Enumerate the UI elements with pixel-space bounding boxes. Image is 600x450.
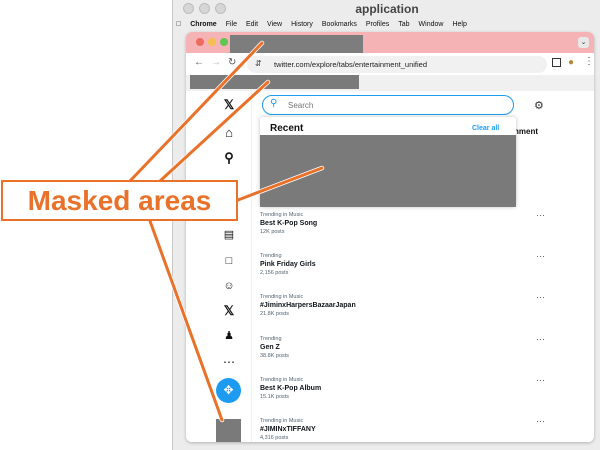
trend-more-icon[interactable]: ⋯ [536,334,545,345]
window-title: application [355,2,419,16]
premium-x-icon[interactable]: 𝕏 [221,303,237,319]
clear-all-button[interactable]: Clear all [472,125,499,132]
lists-icon[interactable]: ▤ [221,227,237,243]
chrome-close-light[interactable] [196,38,204,46]
chrome-menu-icon[interactable]: ⋮ [584,56,594,67]
trend-more-icon[interactable]: ⋯ [536,251,545,262]
trend-name: Pink Friday Girls [260,261,316,268]
trend-posts: 12K posts [260,229,285,235]
trend-category: Trending [260,336,282,342]
menu-item-file[interactable]: File [226,21,237,28]
chrome-window: ⌄ ← → ↻ ⚲ ⧉ ☆ ● ⋮ ⇵ twitter.com/explore/… [186,32,594,442]
trend-item[interactable]: Trending in Music Best K-Pop Song 12K po… [260,212,317,235]
trend-item[interactable]: Trending Gen Z 38.8K posts [260,336,289,359]
trend-category: Trending in Music [260,212,304,218]
trend-name: #JIMINxTIFFANY [260,426,316,433]
url-text[interactable]: twitter.com/explore/tabs/entertainment_u… [274,56,427,73]
x-logo-icon[interactable]: 𝕏 [221,97,237,113]
trend-item[interactable]: Trending in Music Best K-Pop Album 15.1K… [260,377,321,400]
more-icon[interactable]: ⋯ [221,354,237,370]
trend-posts: 38.8K posts [260,353,290,359]
trend-category: Trending in Music [260,377,304,383]
masked-tab [230,35,363,53]
menu-item-history[interactable]: History [291,21,313,28]
trend-name: Gen Z [260,344,280,351]
trend-category: Trending in Music [260,294,304,300]
menu-item-profiles[interactable]: Profiles [366,21,389,28]
forward-icon[interactable]: → [211,57,221,68]
profile-avatar-icon[interactable]: ● [568,57,574,68]
trend-more-icon[interactable]: ⋯ [536,292,545,303]
trend-item[interactable]: Trending in Music #JIMINxTIFFANY 4,316 p… [260,418,316,441]
back-icon[interactable]: ← [194,57,204,68]
trend-name: Best K-Pop Song [260,220,318,227]
search-icon: ⚲ [270,98,278,109]
tab-entertainment[interactable]: nment [514,127,538,136]
menu-item-view[interactable]: View [267,21,282,28]
trend-posts: 4,316 posts [260,435,289,441]
trend-name: #JiminxHarpersBazaarJapan [260,302,356,309]
trend-item[interactable]: Trending in Music #JiminxHarpersBazaarJa… [260,294,356,317]
masked-recent-searches [260,135,516,207]
gear-icon[interactable]: ⚙ [534,99,544,112]
reload-icon[interactable]: ↻ [228,57,236,68]
masked-bookmarks [190,75,359,89]
sidebar-divider [251,91,252,442]
trend-more-icon[interactable]: ⋯ [536,416,545,427]
menu-bar:  Chrome File Edit View History Bookmarks Profi… [172,18,600,32]
chrome-zoom-light[interactable] [220,38,228,46]
trend-more-icon[interactable]: ⋯ [536,210,545,221]
home-icon[interactable]: ⌂ [221,125,237,141]
masked-areas-callout: Masked areas [1,180,238,221]
trend-name: Best K-Pop Album [260,385,322,392]
masked-avatar [216,419,241,442]
profile-icon[interactable]: ♟ [221,328,237,344]
side-panel-icon[interactable] [552,58,561,67]
recent-heading: Recent [270,123,304,134]
menu-item-bookmarks[interactable]: Bookmarks [322,21,357,28]
menu-item-help[interactable]: Help [452,21,466,28]
communities-icon[interactable]: ☺ [221,278,237,294]
menu-item-chrome[interactable]: Chrome [190,21,216,28]
trend-item[interactable]: Trending Pink Friday Girls 2,156 posts [260,253,316,276]
trend-category: Trending [260,253,282,259]
tab-search-icon[interactable]: ⌄ [578,37,589,48]
site-info-icon[interactable]: ⇵ [255,59,262,68]
menu-item-edit[interactable]: Edit [246,21,258,28]
trend-more-icon[interactable]: ⋯ [536,375,545,386]
tab-strip: ⌄ [186,32,594,53]
apple-icon[interactable]:  [176,21,181,28]
trend-posts: 21.8K posts [260,311,290,317]
menu-item-window[interactable]: Window [419,21,444,28]
trend-category: Trending in Music [260,418,304,424]
post-icon[interactable]: ✥ [216,378,241,403]
explore-search-icon[interactable]: ⚲ [221,150,237,166]
chrome-minimize-light[interactable] [208,38,216,46]
menu-item-tab[interactable]: Tab [398,21,409,28]
trend-posts: 15.1K posts [260,394,290,400]
trend-posts: 2,156 posts [260,270,289,276]
bookmarks-icon[interactable]: □ [221,253,237,269]
search-input[interactable] [288,97,468,113]
